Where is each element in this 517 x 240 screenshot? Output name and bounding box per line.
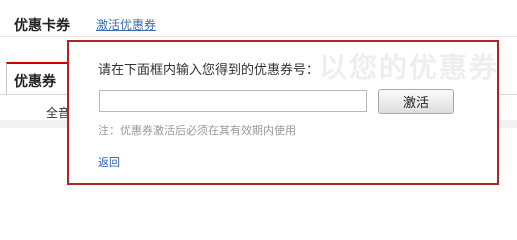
watermark-text: 以您的优惠券: [319, 51, 499, 84]
page-title: 优惠卡券: [14, 18, 70, 34]
header-divider: [0, 36, 517, 37]
dialog-prompt: 请在下面框内输入您得到的优惠券号：: [98, 63, 320, 78]
activate-button[interactable]: 激活: [378, 89, 454, 114]
validity-note: 注：优惠券激活后必须在其有效期内使用: [98, 124, 296, 137]
activate-coupon-link[interactable]: 激活优惠券: [96, 16, 156, 33]
coupon-code-input[interactable]: [99, 90, 367, 112]
back-link[interactable]: 返回: [98, 154, 120, 170]
activate-coupon-dialog: 以您的优惠券 请在下面框内输入您得到的优惠券号： 激活 注：优惠券激活后必须在其…: [67, 40, 499, 185]
tab-coupons-label: 优惠券: [14, 74, 56, 90]
